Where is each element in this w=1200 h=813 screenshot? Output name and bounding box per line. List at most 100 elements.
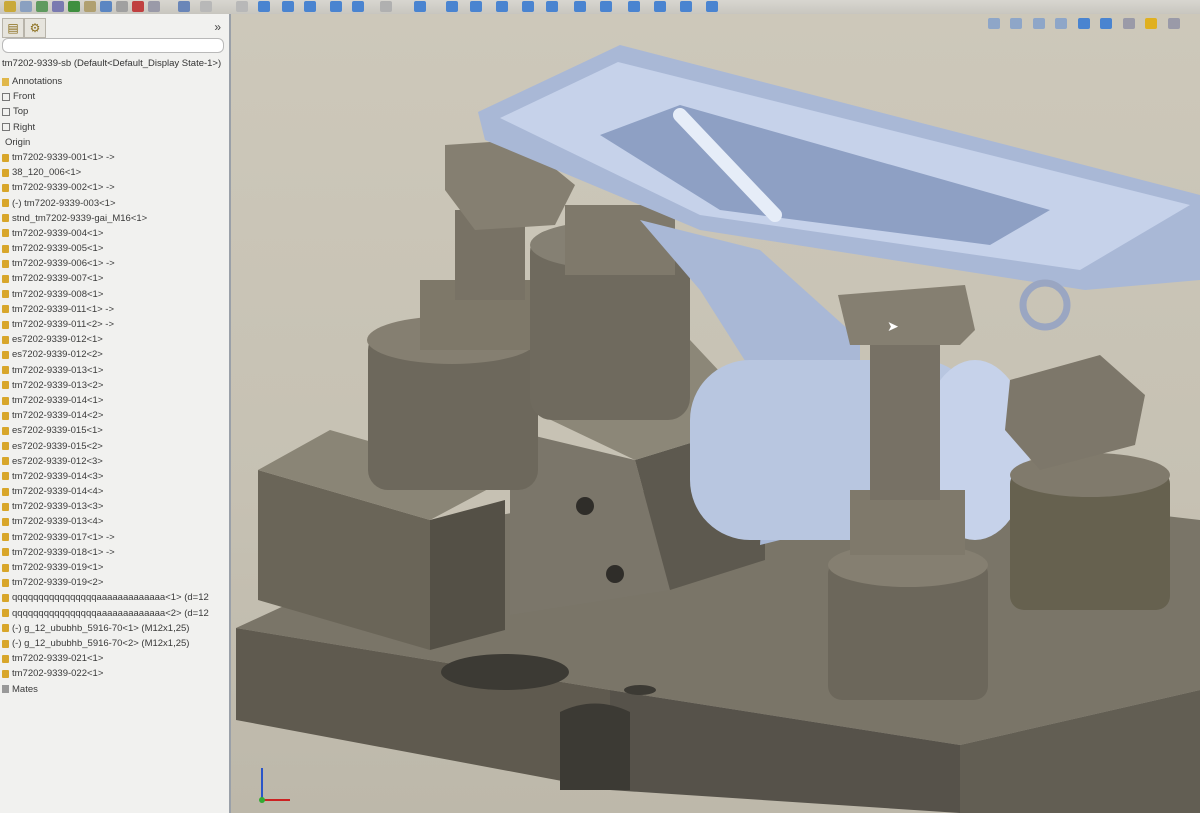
tree-item[interactable]: es7202-9339-015<2> xyxy=(0,439,229,454)
tree-item[interactable]: (-) g_12_ububhb_5916-70<2> (M12x1,25) xyxy=(0,636,229,651)
tree-item-label: tm7202-9339-013<1> xyxy=(12,364,104,376)
tree-item-label: tm7202-9339-011<2> -> xyxy=(12,319,115,330)
tree-item[interactable]: tm7202-9339-008<1> xyxy=(0,287,229,302)
tree-item-label: tm7202-9339-001<1> -> xyxy=(12,151,115,163)
tree-item[interactable]: stnd_tm7202-9339-gai_M16<1> xyxy=(0,211,229,226)
tree-item[interactable]: es7202-9339-012<3> xyxy=(0,454,229,469)
tree-item[interactable]: tm7202-9339-002<1> -> xyxy=(0,180,229,195)
tree-item-label: Origin xyxy=(5,136,31,148)
part-icon xyxy=(2,487,9,496)
tree-item[interactable]: es7202-9339-015<1> xyxy=(0,423,229,438)
tool-icon[interactable] xyxy=(496,1,508,12)
tree-item[interactable]: Right xyxy=(0,120,229,135)
collapse-panel-icon[interactable]: » xyxy=(214,20,221,34)
tree-item[interactable]: tm7202-9339-004<1> xyxy=(0,226,229,241)
tool-icon[interactable] xyxy=(116,1,128,12)
tree-item[interactable]: tm7202-9339-018<1> -> xyxy=(0,545,229,560)
tool-icon[interactable] xyxy=(600,1,612,12)
plane-icon xyxy=(2,123,10,132)
tool-icon[interactable] xyxy=(380,1,392,12)
tool-icon[interactable] xyxy=(132,1,144,12)
tool-icon[interactable] xyxy=(446,1,458,12)
tree-item[interactable]: Top xyxy=(0,104,229,119)
property-tab[interactable]: ⚙ xyxy=(24,18,46,38)
tree-item-label: tm7202-9339-008<1> xyxy=(12,288,104,300)
tree-item[interactable]: tm7202-9339-013<1> xyxy=(0,363,229,378)
tree-item[interactable]: es7202-9339-012<1> xyxy=(0,332,229,347)
part-icon xyxy=(2,366,9,375)
tree-item-label: es7202-9339-012<1> xyxy=(12,334,103,346)
tool-icon[interactable] xyxy=(352,1,364,12)
tree-item[interactable]: tm7202-9339-014<3> xyxy=(0,469,229,484)
tool-icon[interactable] xyxy=(470,1,482,12)
part-icon xyxy=(2,518,9,527)
tree-item[interactable]: tm7202-9339-011<2> -> xyxy=(0,317,229,332)
plane-icon xyxy=(2,107,10,116)
sum-icon[interactable] xyxy=(4,1,16,12)
tree-item[interactable]: Origin xyxy=(0,135,229,150)
tree-item[interactable]: tm7202-9339-017<1> -> xyxy=(0,530,229,545)
tree-item[interactable]: tm7202-9339-013<2> xyxy=(0,378,229,393)
tree-item[interactable]: Front xyxy=(0,89,229,104)
tree-item-label: Mates xyxy=(12,683,38,695)
tree-item[interactable]: (-) tm7202-9339-003<1> xyxy=(0,196,229,211)
tool-icon[interactable] xyxy=(680,1,692,12)
tree-item[interactable]: tm7202-9339-021<1> xyxy=(0,651,229,666)
tool-icon[interactable] xyxy=(414,1,426,12)
tool-icon[interactable] xyxy=(258,1,270,12)
tree-item[interactable]: tm7202-9339-011<1> -> xyxy=(0,302,229,317)
tree-item[interactable]: tm7202-9339-005<1> xyxy=(0,241,229,256)
tree-item[interactable]: tm7202-9339-013<4> xyxy=(0,514,229,529)
tree-root[interactable]: tm7202-9339-sb (Default<Default_Display … xyxy=(0,56,221,72)
tool-icon[interactable] xyxy=(282,1,294,12)
tree-item[interactable]: qqqqqqqqqqqqqqqqaaaaaaaaaaaaa<1> (d=12 xyxy=(0,590,229,605)
graphics-viewport[interactable]: ➤ xyxy=(231,14,1200,813)
tree-item[interactable]: tm7202-9339-014<4> xyxy=(0,484,229,499)
plane-icon xyxy=(2,92,10,101)
assembly-model[interactable] xyxy=(231,14,1200,813)
tool-icon[interactable] xyxy=(84,1,96,12)
tree-item[interactable]: tm7202-9339-019<2> xyxy=(0,575,229,590)
tree-item[interactable]: tm7202-9339-007<1> xyxy=(0,271,229,286)
tree-item[interactable]: Mates xyxy=(0,682,229,697)
tree-item[interactable]: tm7202-9339-006<1> -> xyxy=(0,256,229,271)
tree-item[interactable]: (-) g_12_ububhb_5916-70<1> (M12x1,25) xyxy=(0,621,229,636)
tool-icon[interactable] xyxy=(148,1,160,12)
tree-filter-input[interactable] xyxy=(2,38,224,53)
tool-icon[interactable] xyxy=(52,1,64,12)
tool-icon[interactable] xyxy=(628,1,640,12)
tool-icon[interactable] xyxy=(236,1,248,12)
tool-icon[interactable] xyxy=(654,1,666,12)
tool-icon[interactable] xyxy=(522,1,534,12)
tool-icon[interactable] xyxy=(178,1,190,12)
tool-icon[interactable] xyxy=(706,1,718,12)
tree-item[interactable]: tm7202-9339-014<1> xyxy=(0,393,229,408)
tree-item-label: tm7202-9339-013<4> xyxy=(12,516,104,528)
tool-icon[interactable] xyxy=(200,1,212,12)
part-icon xyxy=(2,396,9,405)
tree-item[interactable]: tm7202-9339-001<1> -> xyxy=(0,150,229,165)
tool-icon[interactable] xyxy=(100,1,112,12)
feature-tree-tab[interactable]: ▤ xyxy=(2,18,24,38)
tree-item[interactable]: tm7202-9339-013<3> xyxy=(0,499,229,514)
tree-item[interactable]: qqqqqqqqqqqqqqqqaaaaaaaaaaaaa<2> (d=12 xyxy=(0,606,229,621)
part-icon xyxy=(2,593,9,602)
tool-icon[interactable] xyxy=(36,1,48,12)
tool-icon[interactable] xyxy=(546,1,558,12)
tree-item-label: tm7202-9339-013<2> xyxy=(12,379,104,391)
part-icon xyxy=(2,457,9,466)
tool-icon[interactable] xyxy=(304,1,316,12)
tree-item[interactable]: tm7202-9339-019<1> xyxy=(0,560,229,575)
tree-item[interactable]: es7202-9339-012<2> xyxy=(0,347,229,362)
tool-icon[interactable] xyxy=(68,1,80,12)
part-icon xyxy=(2,244,9,253)
tree-item[interactable]: 38_120_006<1> xyxy=(0,165,229,180)
tool-icon[interactable] xyxy=(330,1,342,12)
tool-icon[interactable] xyxy=(20,1,32,12)
tree-item[interactable]: tm7202-9339-014<2> xyxy=(0,408,229,423)
tree-item[interactable]: tm7202-9339-022<1> xyxy=(0,666,229,681)
tree-item-label: es7202-9339-015<2> xyxy=(12,440,103,452)
tree-item[interactable]: Annotations xyxy=(0,74,229,89)
tool-icon[interactable] xyxy=(574,1,586,12)
part-icon xyxy=(2,350,9,359)
